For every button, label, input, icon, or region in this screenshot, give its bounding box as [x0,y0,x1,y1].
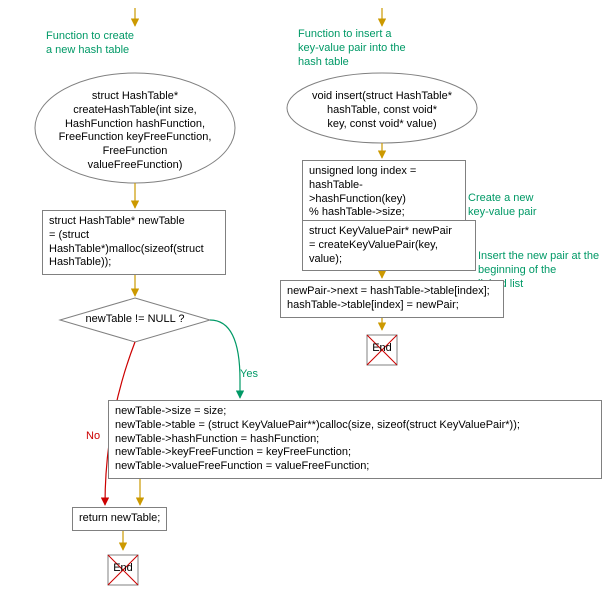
left-return-box: return newTable; [72,507,167,531]
right-box-index: unsigned long index = hashTable->hashFun… [302,160,466,225]
left-end-terminator: End [105,552,141,588]
left-box-malloc: struct HashTable* newTable = (struct Has… [42,210,226,275]
no-label: No [86,430,100,442]
left-box-assignments: newTable->size = size; newTable->table =… [108,400,602,479]
left-end-text: End [105,562,141,574]
yes-label: Yes [240,368,258,380]
right-box-linkedlist: newPair->next = hashTable->table[index];… [280,280,504,318]
right-start-ellipse-text: void insert(struct HashTable* hashTable,… [302,90,462,131]
left-start-ellipse-text: struct HashTable* createHashTable(int si… [50,90,220,173]
left-title-label: Function to create a new hash table [46,30,134,58]
right-title-label: Function to insert a key-value pair into… [298,28,406,69]
right-box-newpair: struct KeyValuePair* newPair = createKey… [302,220,476,271]
right-end-text: End [364,342,400,354]
right-label-createpair: Create a new key-value pair [468,192,536,220]
right-end-terminator: End [364,332,400,368]
left-decision-text: newTable != NULL ? [65,313,205,327]
